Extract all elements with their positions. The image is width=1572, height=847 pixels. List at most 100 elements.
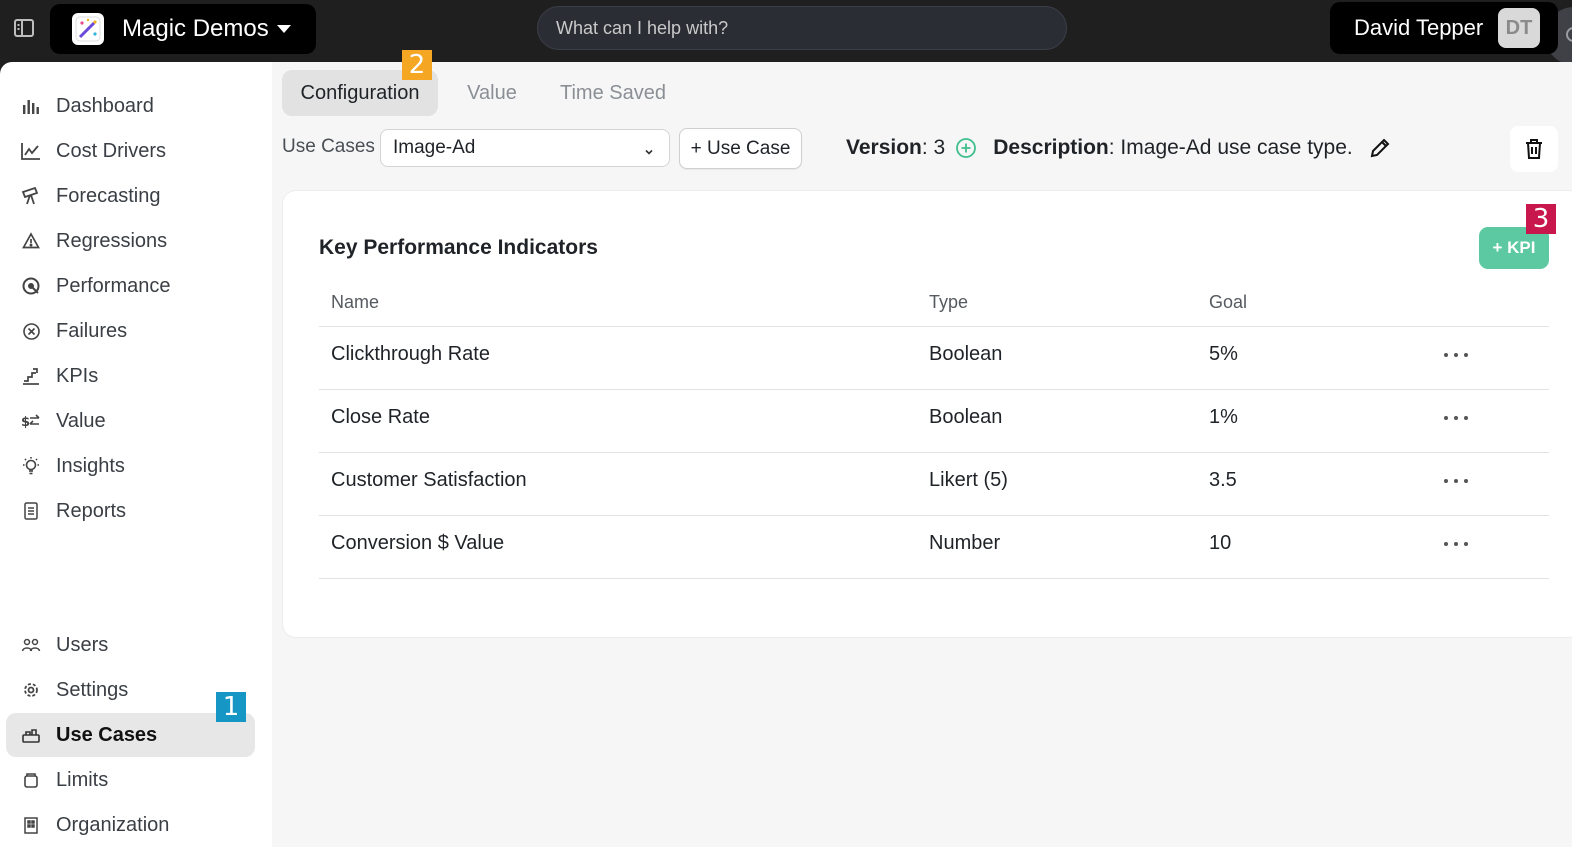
column-header-name: Name	[331, 292, 380, 312]
sidebar-item-label: Regressions	[56, 229, 168, 252]
more-options-icon[interactable]	[1443, 351, 1469, 359]
stairs-chart-icon	[20, 365, 42, 387]
kpi-type: Boolean	[929, 406, 1003, 428]
x-circle-icon	[20, 320, 42, 342]
workspace-switcher[interactable]: Magic Demos	[50, 4, 316, 54]
column-header-goal: Goal	[1209, 292, 1248, 312]
main-content: Configuration Value Time Saved 2 Use Cas…	[272, 50, 1572, 847]
kpi-type: Number	[929, 532, 1001, 554]
sidebar-item-label: Forecasting	[56, 184, 161, 207]
sidebar-item-label: Insights	[56, 454, 125, 477]
sidebar-item-label: Organization	[56, 813, 170, 836]
kpi-goal: 1%	[1209, 406, 1238, 428]
magic-wand-logo-icon	[72, 13, 104, 45]
sidebar-item-label: Limits	[56, 768, 109, 791]
version-value: : 3	[921, 136, 946, 159]
sidebar-item-reports[interactable]: Reports	[6, 489, 255, 533]
divider	[319, 326, 1549, 327]
sidebar-item-users[interactable]: Users	[6, 623, 255, 667]
use-case-select[interactable]: Image-Ad	[380, 129, 670, 167]
chevron-down-icon	[643, 142, 655, 164]
add-version-icon[interactable]	[955, 137, 977, 159]
sidebar-item-label: KPIs	[56, 364, 99, 387]
more-options-icon[interactable]	[1443, 540, 1469, 548]
bar-chart-icon	[20, 95, 42, 117]
search-bar	[537, 6, 1572, 65]
dollar-exchange-icon: $	[20, 410, 42, 432]
annotation-badge-3: 3	[1526, 204, 1556, 234]
divider	[319, 578, 1549, 579]
sidebar-item-label: Failures	[56, 319, 128, 342]
sidebar-item-label: Value	[56, 409, 106, 432]
sidebar-item-label: Performance	[56, 274, 171, 297]
trash-icon	[1526, 139, 1542, 159]
sidebar-item-label: Users	[56, 633, 109, 656]
annotation-badge-2: 2	[402, 50, 432, 80]
sidebar: Dashboard Cost Drivers Forecasting Regre…	[0, 62, 272, 847]
version-label: Version	[846, 136, 922, 159]
lightbulb-icon	[20, 455, 42, 477]
document-icon	[20, 500, 42, 522]
more-options-icon[interactable]	[1443, 414, 1469, 422]
description-value: : Image-Ad use case type.	[1108, 136, 1353, 159]
delete-use-case-button[interactable]	[1510, 126, 1558, 172]
sidebar-item-label: Cost Drivers	[56, 139, 167, 162]
sidebar-item-dashboard[interactable]: Dashboard	[6, 84, 255, 128]
search-icon	[1566, 27, 1572, 42]
warning-triangle-icon	[20, 230, 42, 252]
divider	[319, 515, 1549, 516]
svg-text:$: $	[21, 415, 30, 430]
kpi-name: Customer Satisfaction	[331, 469, 527, 491]
kpi-goal: 10	[1209, 532, 1232, 554]
gauge-icon	[20, 275, 42, 297]
telescope-icon	[20, 185, 42, 207]
tab-value[interactable]: Value	[452, 70, 532, 116]
sidebar-item-performance[interactable]: Performance	[6, 264, 255, 308]
line-chart-icon	[20, 140, 42, 162]
more-options-icon[interactable]	[1443, 477, 1469, 485]
add-use-case-button[interactable]: + Use Case	[679, 128, 802, 169]
sidebar-item-kpis[interactable]: KPIs	[6, 354, 255, 398]
sidebar-toggle-icon[interactable]	[12, 16, 36, 40]
description-label: Description	[993, 136, 1109, 159]
sidebar-item-forecasting[interactable]: Forecasting	[6, 174, 255, 218]
sidebar-item-cost-drivers[interactable]: Cost Drivers	[6, 129, 255, 173]
building-icon	[20, 814, 42, 836]
sidebar-item-insights[interactable]: Insights	[6, 444, 255, 488]
search-input[interactable]	[556, 7, 996, 49]
sidebar-item-organization[interactable]: Organization	[6, 803, 255, 847]
edit-pencil-icon[interactable]	[1369, 137, 1391, 159]
divider	[319, 389, 1549, 390]
sidebar-item-label: Reports	[56, 499, 127, 522]
sidebar-item-label: Dashboard	[56, 94, 154, 117]
jar-icon	[20, 769, 42, 791]
user-name: David Tepper	[1354, 15, 1484, 40]
user-menu-button[interactable]: David Tepper DT	[1330, 2, 1558, 54]
kpi-name: Conversion $ Value	[331, 532, 505, 554]
workspace-name: Magic Demos	[122, 15, 269, 42]
use-cases-label: Use Cases	[282, 136, 375, 157]
kpi-type: Boolean	[929, 343, 1003, 365]
caret-down-icon	[276, 25, 291, 33]
tab-time-saved[interactable]: Time Saved	[548, 70, 678, 116]
sidebar-item-limits[interactable]: Limits	[6, 758, 255, 802]
kpi-name: Clickthrough Rate	[331, 343, 490, 365]
sidebar-item-label: Settings	[56, 678, 129, 701]
sidebar-item-regressions[interactable]: Regressions	[6, 219, 255, 263]
users-icon	[20, 634, 42, 656]
version-description: Version : 3 Description : Image-Ad use c…	[846, 136, 1391, 160]
annotation-badge-1: 1	[216, 692, 246, 722]
sidebar-item-label: Use Cases	[56, 723, 158, 746]
kpi-card: Key Performance Indicators + KPI 3 Name …	[282, 190, 1572, 638]
kpi-name: Close Rate	[331, 406, 430, 428]
avatar: DT	[1498, 8, 1540, 48]
use-case-select-value: Image-Ad	[393, 137, 476, 158]
sidebar-item-value[interactable]: $ Value	[6, 399, 255, 443]
kpi-type: Likert (5)	[929, 469, 1008, 491]
kpi-goal: 5%	[1209, 343, 1238, 365]
top-bar: Magic Demos David Tepper DT	[0, 0, 1572, 65]
sidebar-item-failures[interactable]: Failures	[6, 309, 255, 353]
use-cases-icon	[20, 724, 42, 746]
column-header-type: Type	[929, 292, 969, 312]
divider	[319, 452, 1549, 453]
